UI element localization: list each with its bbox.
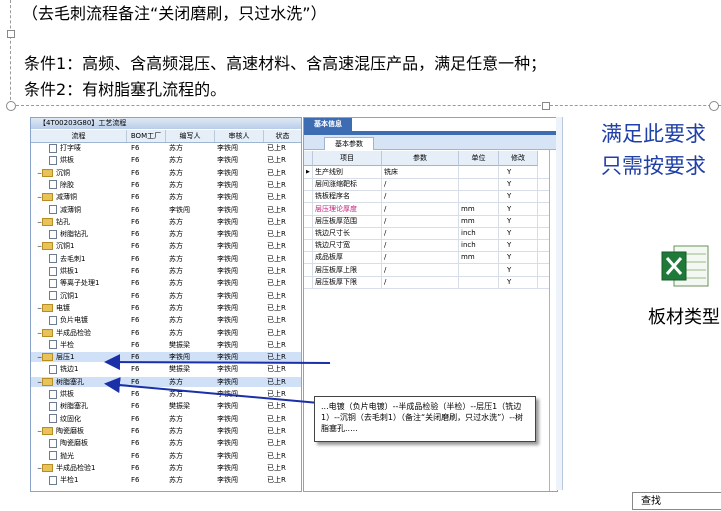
excel-icon[interactable] [660, 242, 710, 290]
side-text-line-2: 只需按要求 [601, 154, 706, 178]
flow-callout: ...电镀（负片电镀）--半成品检验（半检）--层压1（铣边1）--沉铜（去毛刺… [314, 396, 536, 442]
board-type-label: 板材类型 [648, 307, 720, 328]
side-text-line-1: 满足此要求 [601, 122, 706, 146]
search-box[interactable]: 查找 [632, 492, 721, 510]
arrow-to-lamination [104, 354, 331, 371]
arrow-to-resin-plug [104, 377, 331, 405]
